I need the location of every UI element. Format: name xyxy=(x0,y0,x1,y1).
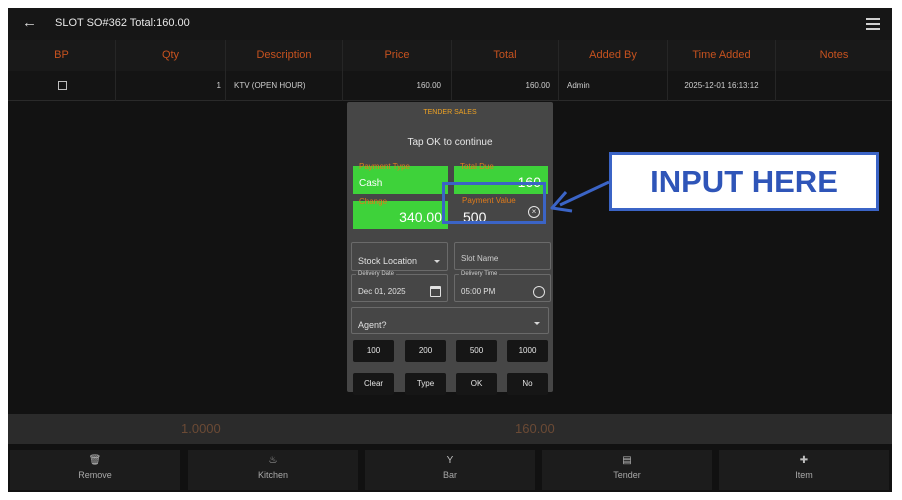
table-row[interactable]: 1 KTV (OPEN HOUR) 160.00 160.00 Admin 20… xyxy=(8,71,892,101)
slot-name-field[interactable]: Slot Name xyxy=(454,242,551,270)
change-value: 340.00 xyxy=(399,209,442,225)
plus-icon: ✚ xyxy=(799,455,809,466)
bottom-action-bar: 🗑 Remove ♨ Kitchen Y Bar ▤ Tender ✚ Item xyxy=(8,444,892,492)
dialog-title: TENDER SALES xyxy=(423,109,477,116)
back-arrow-icon[interactable]: ← xyxy=(22,14,37,31)
chevron-down-icon xyxy=(434,260,440,263)
price-cell: 160.00 xyxy=(343,71,452,101)
delivery-time-field[interactable]: Delivery Time 05:00 PM xyxy=(454,271,551,302)
dialog-subtitle: Tap OK to continue xyxy=(407,137,493,148)
amount-200-button[interactable]: 200 xyxy=(405,340,446,362)
payment-type-label: Payment Type xyxy=(359,162,410,171)
amount-500-button[interactable]: 500 xyxy=(456,340,497,362)
total-cell: 160.00 xyxy=(452,71,559,101)
column-header-total: Total xyxy=(452,40,559,71)
tender-sales-dialog: TENDER SALES Tap OK to continue Payment … xyxy=(347,102,553,395)
column-header-qty: Qty xyxy=(116,40,226,71)
tender-button[interactable]: ▤ Tender xyxy=(542,450,712,490)
delivery-time-label: Delivery Time xyxy=(459,271,500,277)
remove-label: Remove xyxy=(78,470,112,480)
payment-type-value: Cash xyxy=(359,178,383,189)
description-cell: KTV (OPEN HOUR) xyxy=(226,71,343,101)
amount-100-button[interactable]: 100 xyxy=(353,340,394,362)
slot-name-placeholder: Slot Name xyxy=(461,254,499,263)
delivery-date-label: Delivery Date xyxy=(356,271,397,277)
chef-hat-icon: ♨ xyxy=(268,455,278,466)
item-button[interactable]: ✚ Item xyxy=(719,450,889,490)
amount-total: 160.00 xyxy=(515,421,555,436)
page-title: SLOT SO#362 Total:160.00 xyxy=(55,17,190,29)
kitchen-button[interactable]: ♨ Kitchen xyxy=(188,450,358,490)
item-label: Item xyxy=(795,470,813,480)
top-app-bar: ← SLOT SO#362 Total:160.00 xyxy=(8,8,892,40)
delivery-time-value: 05:00 PM xyxy=(461,287,496,296)
column-header-bp: BP xyxy=(8,40,116,71)
callout-text: INPUT HERE xyxy=(650,164,838,199)
bp-checkbox[interactable] xyxy=(58,81,67,90)
cash-register-icon: ▤ xyxy=(622,455,632,466)
chevron-down-icon xyxy=(534,322,540,325)
ok-button[interactable]: OK xyxy=(456,373,497,395)
amount-1000-button[interactable]: 1000 xyxy=(507,340,548,362)
bp-cell xyxy=(8,71,116,101)
tender-label: Tender xyxy=(613,470,641,480)
hamburger-menu-icon[interactable] xyxy=(866,18,880,33)
stock-location-select[interactable]: Stock Location xyxy=(351,242,448,271)
no-button[interactable]: No xyxy=(507,373,548,395)
change-label: Change xyxy=(359,197,388,206)
calendar-icon[interactable] xyxy=(430,286,441,297)
stock-location-placeholder: Stock Location xyxy=(358,256,418,266)
column-header-description: Description xyxy=(226,40,343,71)
trash-icon: 🗑 xyxy=(88,455,102,466)
payment-value-highlight-box xyxy=(442,182,546,224)
bar-label: Bar xyxy=(442,470,457,480)
payment-type-field[interactable]: Payment Type Cash xyxy=(353,162,448,194)
qty-cell: 1 xyxy=(116,71,226,101)
clear-button[interactable]: Clear xyxy=(353,373,394,395)
agent-placeholder: Agent? xyxy=(358,320,387,330)
change-field: Change 340.00 xyxy=(353,197,448,229)
added-by-cell: Admin xyxy=(559,71,668,101)
column-header-time-added: Time Added xyxy=(668,40,776,71)
delivery-date-field[interactable]: Delivery Date Dec 01, 2025 xyxy=(351,271,448,302)
input-here-callout: INPUT HERE xyxy=(609,152,879,211)
table-header: BP Qty Description Price Total Added By … xyxy=(8,40,892,71)
type-button[interactable]: Type xyxy=(405,373,446,395)
time-added-cell: 2025-12-01 16:13:12 xyxy=(668,71,776,101)
quantity-total: 1.0000 xyxy=(181,421,221,436)
column-header-price: Price xyxy=(343,40,452,71)
clock-icon[interactable] xyxy=(533,286,545,298)
notes-cell xyxy=(776,71,892,101)
column-header-added-by: Added By xyxy=(559,40,668,71)
total-due-label: Total Due xyxy=(460,162,494,171)
column-header-notes: Notes xyxy=(819,49,849,61)
kitchen-label: Kitchen xyxy=(257,470,289,480)
agent-select[interactable]: Agent? xyxy=(351,307,549,334)
cocktail-glass-icon: Y xyxy=(446,455,454,466)
pos-app: ← SLOT SO#362 Total:160.00 BP Qty Descri… xyxy=(8,8,892,492)
remove-button[interactable]: 🗑 Remove xyxy=(10,450,180,490)
bar-button[interactable]: Y Bar xyxy=(365,450,535,490)
totals-summary-bar: 1.0000 160.00 xyxy=(8,414,892,444)
delivery-date-value: Dec 01, 2025 xyxy=(358,287,406,296)
